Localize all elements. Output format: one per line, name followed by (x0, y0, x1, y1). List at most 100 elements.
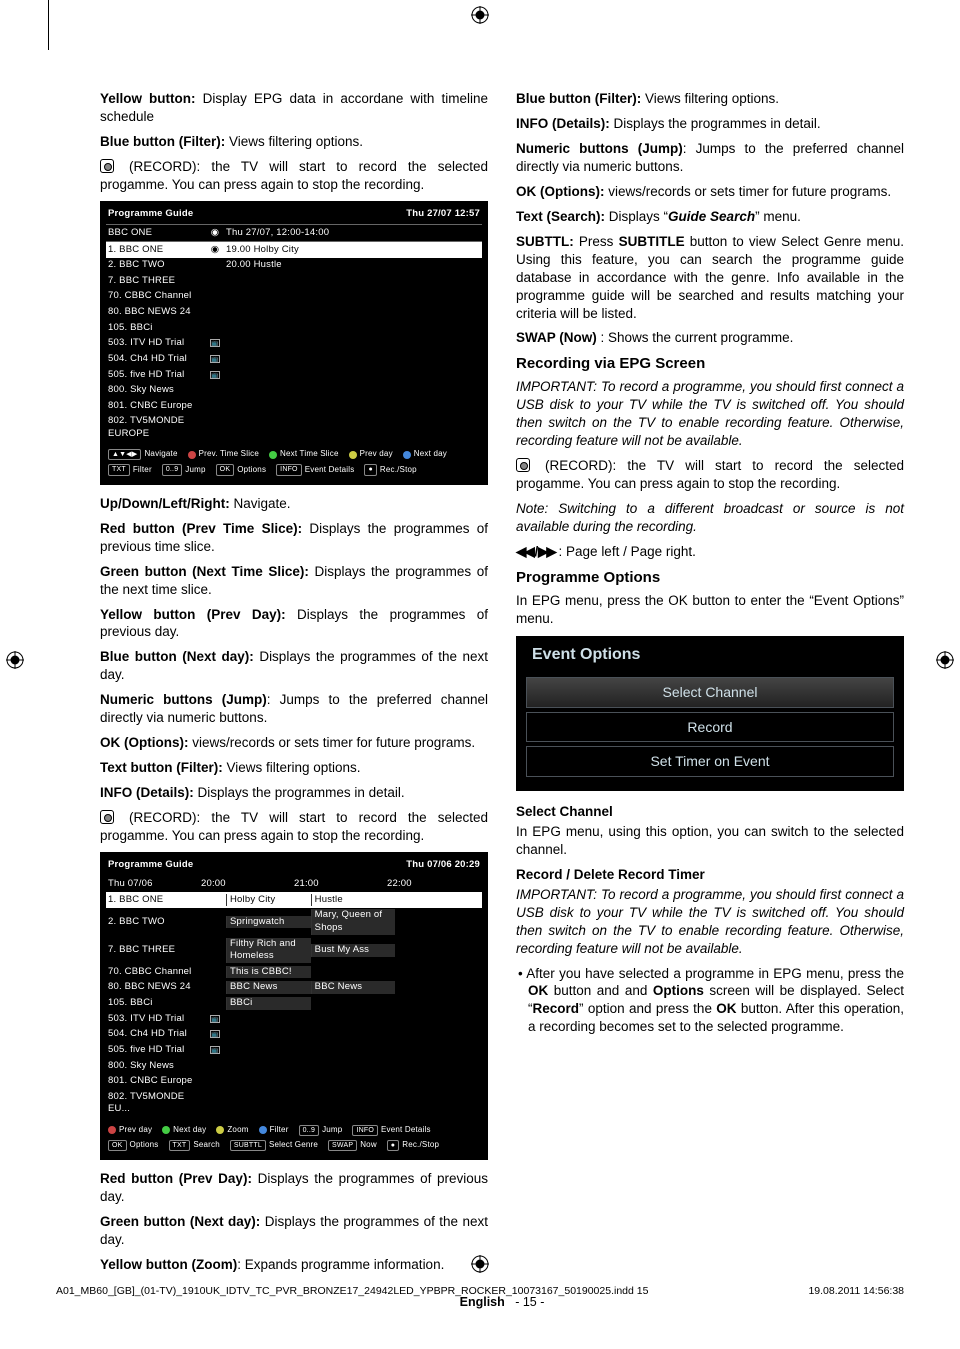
epg-row: 802. TV5MONDE EUROPE (106, 414, 482, 442)
epg-row: 505. five HD Trial📺 (106, 367, 482, 383)
lock-icon: ◉ (204, 227, 226, 240)
body-text: INFO (Details): Displays the programmes … (100, 784, 488, 802)
epg-hint: Prev. Time Slice (188, 449, 259, 460)
body-text: Text button (Filter): Views filtering op… (100, 759, 488, 777)
record-icon (100, 159, 114, 173)
body-text: Numeric buttons (Jump): Jumps to the pre… (100, 691, 488, 727)
epg-header-channel: BBC ONE (108, 227, 204, 240)
event-option-item: Record (526, 712, 894, 743)
epg-row: 105. BBCi (106, 320, 482, 336)
record-icon (516, 458, 530, 472)
body-text-italic: IMPORTANT: To record a programme, you sh… (516, 378, 904, 450)
epg-hint: INFOEvent Details (276, 464, 354, 475)
epg-row: 503. ITV HD Trial📺 (106, 1011, 482, 1027)
epg-row: 80. BBC NEWS 24 (106, 305, 482, 321)
event-options-title: Event Options (516, 636, 904, 673)
epg-hint: TXTFilter (108, 464, 152, 475)
epg-hint: ●Rec./Stop (387, 1140, 439, 1151)
crop-mark (48, 0, 49, 50)
epg-col-header: 21:00 (294, 878, 387, 891)
epg-row: 2. BBC TWOSpringwatchMary, Queen of Shop… (106, 908, 482, 936)
registration-mark-icon (936, 651, 954, 669)
epg-row: 801. CNBC Europe (106, 398, 482, 414)
epg-figure-1: Programme GuideThu 27/07 12:57 BBC ONE◉T… (100, 201, 488, 485)
epg-row: 503. ITV HD Trial📺 (106, 336, 482, 352)
rewind-forward-icon: ◀◀ / ▶▶ (516, 544, 555, 559)
epg-hint: Next Time Slice (269, 449, 339, 460)
epg-hint: TXTSearch (169, 1140, 220, 1151)
event-option-item: Set Timer on Event (526, 746, 894, 777)
epg-hint: ●Rec./Stop (364, 464, 416, 475)
body-text: In EPG menu, using this option, you can … (516, 823, 904, 859)
registration-mark-icon (471, 1255, 489, 1273)
epg-row: 1. BBC ONEHolby CityHustle (106, 892, 482, 908)
epg-hint: Prev day (349, 449, 393, 460)
event-option-item: Select Channel (526, 677, 894, 708)
epg-row: 7. BBC THREE (106, 273, 482, 289)
body-text: Blue button (Filter): Views filtering op… (100, 133, 488, 151)
epg-hint: OKOptions (216, 464, 267, 475)
epg-row: 801. CNBC Europe (106, 1074, 482, 1090)
epg-hint: SWAPNow (328, 1140, 377, 1151)
event-options-figure: Event Options Select Channel RecordSet Ti… (516, 636, 904, 791)
body-text-italic: Note: Switching to a different broadcast… (516, 500, 904, 536)
registration-mark-icon (471, 6, 489, 24)
page-footer: English - 15 - (100, 1295, 904, 1309)
body-text: Green button (Next Time Slice): Displays… (100, 563, 488, 599)
body-text-bullet: • After you have selected a programme in… (516, 965, 904, 1037)
epg-col-header: 20:00 (201, 878, 294, 891)
body-text: (RECORD): the TV will start to record th… (100, 158, 488, 194)
body-text: Text (Search): Displays “Guide Search” m… (516, 208, 904, 226)
epg-row: 2. BBC TWO20.00 Hustle (106, 258, 482, 274)
body-text: Up/Down/Left/Right: Navigate. (100, 495, 488, 513)
heading-programme-options: Programme Options (516, 568, 904, 588)
body-text: SUBTTL: Press SUBTITLE button to view Se… (516, 233, 904, 323)
heading-record-timer: Record / Delete Record Timer (516, 866, 904, 884)
epg-col-header: 22:00 (387, 878, 480, 891)
epg-header-time: Thu 27/07, 12:00-14:00 (226, 227, 480, 240)
epg-row: 105. BBCiBBCi (106, 996, 482, 1012)
body-text: Red button (Prev Time Slice): Displays t… (100, 520, 488, 556)
epg-time: Thu 27/07 12:57 (406, 208, 480, 221)
epg-hint: 0..9Jump (299, 1125, 343, 1136)
body-text: Blue button (Next day): Displays the pro… (100, 648, 488, 684)
epg-title: Programme Guide (108, 859, 193, 872)
epg-hint: OKOptions (108, 1140, 159, 1151)
epg-row: 504. Ch4 HD Trial📺 (106, 1027, 482, 1043)
epg-hint: Next day (162, 1125, 206, 1136)
body-text: OK (Options): views/records or sets time… (100, 734, 488, 752)
epg-row: 505. five HD Trial📺 (106, 1042, 482, 1058)
body-text: OK (Options): views/records or sets time… (516, 183, 904, 201)
epg-row: 70. CBBC ChannelThis is CBBC! (106, 964, 482, 980)
body-text: SWAP (Now) : Shows the current programme… (516, 329, 904, 347)
body-text: Green button (Next day): Displays the pr… (100, 1213, 488, 1249)
heading-select-channel: Select Channel (516, 803, 904, 821)
body-text: INFO (Details): Displays the programmes … (516, 115, 904, 133)
body-text: In EPG menu, press the OK button to ente… (516, 592, 904, 628)
record-icon (100, 810, 114, 824)
heading-recording: Recording via EPG Screen (516, 354, 904, 374)
epg-hint: Filter (259, 1125, 289, 1136)
body-text: Yellow button (Zoom): Expands programme … (100, 1256, 488, 1274)
body-text: Yellow button: Display EPG data in accor… (100, 90, 488, 126)
epg-time: Thu 07/06 20:29 (406, 859, 480, 872)
epg-row: 70. CBBC Channel (106, 289, 482, 305)
epg-row: 802. TV5MONDE EU... (106, 1089, 482, 1117)
epg-hint: 0..9Jump (162, 464, 206, 475)
body-text: Blue button (Filter): Views filtering op… (516, 90, 904, 108)
epg-title: Programme Guide (108, 208, 193, 221)
imprint-line: A01_MB60_[GB]_(01-TV)_1910UK_IDTV_TC_PVR… (56, 1285, 904, 1297)
epg-hint: SUBTTLSelect Genre (230, 1140, 318, 1151)
epg-hint: INFOEvent Details (352, 1125, 430, 1136)
body-text: (RECORD): the TV will start to record th… (516, 457, 904, 493)
right-column: Blue button (Filter): Views filtering op… (516, 90, 904, 1281)
epg-row: 504. Ch4 HD Trial📺 (106, 351, 482, 367)
epg-figure-2: Programme GuideThu 07/06 20:29 Thu 07/06… (100, 852, 488, 1160)
epg-hint: Next day (403, 449, 447, 460)
epg-hint: Prev day (108, 1125, 152, 1136)
body-text: Yellow button (Prev Day): Displays the p… (100, 606, 488, 642)
epg-hint: ▲▼◀▶Navigate (108, 449, 178, 460)
epg-hint: Zoom (216, 1125, 248, 1136)
epg-row: 80. BBC NEWS 24BBC NewsBBC News (106, 980, 482, 996)
body-text: Numeric buttons (Jump): Jumps to the pre… (516, 140, 904, 176)
